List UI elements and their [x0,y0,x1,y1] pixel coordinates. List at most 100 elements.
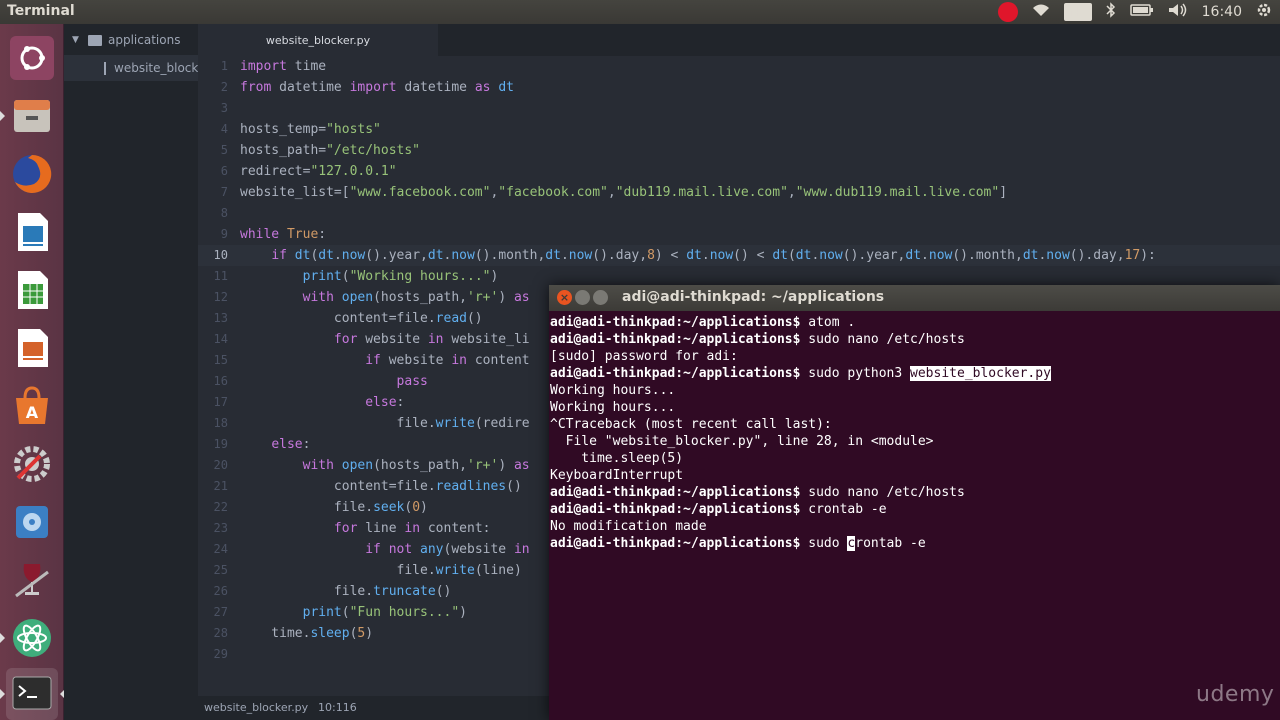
terminal-window[interactable]: × adi@adi-thinkpad: ~/applications adi@a… [549,285,1280,720]
status-file-name[interactable]: website_blocker.py [204,701,308,714]
line-number-gutter: 1 2 3 4 5 6 7 8 9 10 11 12 13 14 15 16 17 18 19 20 21 22 23 24 2… [198,56,228,696]
code-line[interactable]: content=file.read() [240,308,483,329]
close-icon[interactable]: × [557,290,572,305]
line-number: 7 [220,185,228,199]
terminal-line: No modification made [550,519,707,534]
line-number: 26 [213,584,228,598]
chevron-down-icon: ▼ [72,35,79,45]
impress-icon[interactable] [6,322,58,374]
app-title: Terminal [7,3,75,19]
terminal-line: adi@adi-thinkpad:~/applications$ crontab… [550,502,887,517]
maximize-icon[interactable] [593,290,608,305]
battery-icon[interactable] [1129,3,1154,21]
status-cursor-position[interactable]: 10:116 [318,701,357,714]
line-number: 14 [213,332,228,346]
terminal-line: ^CTraceback (most recent call last): [550,417,832,432]
code-line[interactable]: if dt(dt.now().year,dt.now().month,dt.no… [240,245,1156,266]
text-selection[interactable]: website_blocker.py [910,366,1051,381]
terminal-prompt: adi@adi-thinkpad:~/applications$ [550,536,809,551]
code-line[interactable]: file.write(redire [240,413,530,434]
tree-file-website-blocker[interactable]: website_blocker [64,55,198,81]
code-line[interactable]: print("Working hours...") [240,266,499,287]
terminal-title: adi@adi-thinkpad: ~/applications [622,289,885,305]
code-line[interactable]: with open(hosts_path,'r+') as [240,287,530,308]
line-number: 29 [213,647,228,661]
terminal-prompt: adi@adi-thinkpad:~/applications$ [550,485,809,500]
firefox-icon[interactable] [6,148,58,200]
terminal-prompt: adi@adi-thinkpad:~/applications$ [550,366,809,381]
terminal-line: adi@adi-thinkpad:~/applications$ sudo na… [550,485,965,500]
terminal-line: adi@adi-thinkpad:~/applications$ sudo py… [550,366,1051,381]
line-number: 17 [213,395,228,409]
code-line[interactable]: file.truncate() [240,581,451,602]
line-number: 9 [220,227,228,241]
code-line[interactable]: with open(hosts_path,'r+') as [240,455,530,476]
terminal-titlebar[interactable]: × adi@adi-thinkpad: ~/applications [549,285,1280,311]
files-icon[interactable] [6,90,58,142]
terminal-line: adi@adi-thinkpad:~/applications$ atom . [550,315,856,330]
bluetooth-icon[interactable] [1106,2,1116,22]
code-line[interactable]: file.seek(0) [240,497,428,518]
atom-icon[interactable] [6,612,58,664]
minimize-icon[interactable] [575,290,590,305]
terminal-icon[interactable] [6,668,58,720]
code-line[interactable]: redirect="127.0.0.1" [240,161,397,182]
line-number: 6 [220,164,228,178]
system-settings-icon[interactable] [6,438,58,490]
watermark: udemy [1196,682,1275,707]
terminal-line: [sudo] password for adi: [550,349,738,364]
code-line[interactable]: website_list=["www.facebook.com","facebo… [240,182,1007,203]
tab-bar: website_blocker.py [198,24,1280,56]
terminal-prompt: adi@adi-thinkpad:~/applications$ [550,502,809,517]
line-number: 12 [213,290,228,304]
code-line[interactable]: file.write(line) [240,560,522,581]
terminal-output[interactable]: adi@adi-thinkpad:~/applications$ atom . a… [549,312,1280,720]
code-line[interactable]: while True: [240,224,326,245]
disk-utility-icon[interactable] [6,496,58,548]
wifi-icon[interactable] [1032,3,1050,21]
terminal-line: time.sleep(5) [550,451,684,466]
writer-icon[interactable] [6,206,58,258]
line-number: 8 [220,206,228,220]
ubuntu-dash-icon[interactable] [6,32,58,84]
session-gear-icon[interactable] [1256,2,1272,22]
code-line[interactable]: content=file.readlines() [240,476,522,497]
line-number: 20 [213,458,228,472]
tab-website-blocker[interactable]: website_blocker.py [198,24,438,56]
wine-tools-icon[interactable] [6,554,58,606]
code-line[interactable]: hosts_temp="hosts" [240,119,381,140]
line-number: 18 [213,416,228,430]
record-indicator-icon[interactable] [998,2,1019,22]
clock[interactable]: 16:40 [1202,4,1242,20]
tree-file-label: website_blocker [114,61,198,75]
line-number: 25 [213,563,228,577]
calc-icon[interactable] [6,264,58,316]
line-number: 1 [220,59,228,73]
code-line[interactable]: print("Fun hours...") [240,602,467,623]
tree-view: ▼ applications website_blocker [64,24,198,696]
file-icon [104,61,106,75]
line-number: 5 [220,143,228,157]
code-line[interactable]: else: [240,392,404,413]
terminal-prompt: adi@adi-thinkpad:~/applications$ [550,332,809,347]
code-line[interactable]: pass [240,371,428,392]
keyboard-layout-indicator[interactable]: No [1064,3,1092,21]
code-line[interactable]: for website in website_li [240,329,530,350]
volume-icon[interactable] [1168,3,1188,21]
code-line[interactable]: from datetime import datetime as dt [240,77,514,98]
code-line[interactable]: for line in content: [240,518,491,539]
code-line[interactable]: if website in content [240,350,529,371]
line-number: 22 [213,500,228,514]
code-line[interactable]: import time [240,56,326,77]
line-number: 2 [220,80,228,94]
tree-folder-applications[interactable]: ▼ applications [64,27,198,53]
code-line[interactable]: else: [240,434,310,455]
system-tray: No 16:40 [998,0,1280,24]
code-line[interactable]: time.sleep(5) [240,623,373,644]
code-line[interactable]: if not any(website in [240,539,529,560]
code-line[interactable]: hosts_path="/etc/hosts" [240,140,420,161]
top-panel: Terminal No 16:40 [0,0,1280,24]
terminal-line: File "website_blocker.py", line 28, in <… [550,434,934,449]
tab-label: website_blocker.py [265,33,371,47]
software-center-icon[interactable]: A [6,380,58,432]
